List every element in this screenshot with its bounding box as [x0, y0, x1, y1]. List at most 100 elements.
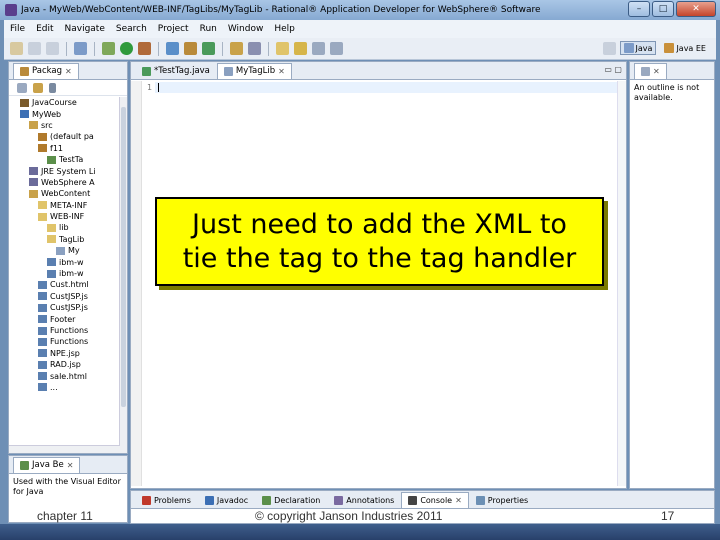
menu-search[interactable]: Search [116, 24, 147, 34]
tree-item[interactable]: ibm-w [9, 256, 121, 267]
tab-console[interactable]: Console ✕ [401, 492, 469, 508]
annotation-icon[interactable] [276, 42, 289, 55]
editor-minimize-maximize[interactable]: ▭ ▢ [604, 65, 622, 74]
save-icon[interactable] [28, 42, 41, 55]
main-toolbar: Java Java EE [4, 38, 716, 60]
print-icon[interactable] [46, 42, 59, 55]
close-icon[interactable]: ✕ [278, 64, 285, 79]
tree-item[interactable]: TagLib [9, 234, 121, 245]
menu-edit[interactable]: Edit [36, 24, 53, 34]
tree-item[interactable]: sale.html [9, 370, 121, 381]
tree-item[interactable]: MyWeb [9, 108, 121, 119]
tree-item[interactable]: Functions [9, 325, 121, 336]
tree-item-label: JavaCourse [32, 98, 77, 108]
menu-help[interactable]: Help [274, 24, 295, 34]
tree-item[interactable]: CustJSP.js [9, 302, 121, 313]
editor-vertical-scrollbar[interactable] [617, 81, 626, 486]
forward-icon[interactable] [330, 42, 343, 55]
tree-item-label: WebContent [41, 189, 91, 199]
tree-item-icon [47, 223, 56, 232]
run-icon[interactable] [120, 42, 133, 55]
tree-item[interactable]: Functions [9, 336, 121, 347]
close-icon[interactable]: ✕ [653, 64, 660, 79]
run-server-icon[interactable] [74, 42, 87, 55]
tree-item[interactable]: f11 [9, 143, 121, 154]
tree-item-icon [38, 132, 47, 141]
new-java-project-icon[interactable] [166, 42, 179, 55]
tree-item-icon [20, 98, 29, 107]
java-perspective-icon [623, 43, 634, 53]
tree-item[interactable]: JRE System Li [9, 165, 121, 176]
tab-outline[interactable]: ✕ [634, 63, 667, 79]
tab-package-explorer[interactable]: Packag ✕ [13, 63, 79, 79]
tree-vertical-scrollbar[interactable] [119, 97, 127, 453]
back-icon[interactable] [312, 42, 325, 55]
toolbar-separator [222, 41, 223, 56]
tree-item-label: JRE System Li [41, 166, 96, 176]
perspective-java[interactable]: Java [619, 41, 657, 55]
tab-annotations[interactable]: Annotations [327, 492, 401, 508]
text-caret [158, 83, 159, 92]
tree-item[interactable]: ibm-w [9, 268, 121, 279]
menu-run[interactable]: Run [200, 24, 217, 34]
open-type-icon[interactable] [230, 42, 243, 55]
tree-item[interactable]: JavaCourse [9, 97, 121, 108]
collapse-all-icon[interactable] [17, 82, 27, 93]
new-class-icon[interactable] [202, 42, 215, 55]
tree-item[interactable]: My [9, 245, 121, 256]
tree-item-icon [38, 315, 47, 324]
next-annotation-icon[interactable] [294, 42, 307, 55]
tree-item[interactable]: Cust.html [9, 279, 121, 290]
search-icon[interactable] [248, 42, 261, 55]
menu-file[interactable]: File [10, 24, 25, 34]
tree-item[interactable]: NPE.jsp [9, 348, 121, 359]
link-editor-icon[interactable] [33, 82, 43, 93]
tree-item[interactable]: (default pa [9, 131, 121, 142]
tree-item[interactable]: src [9, 120, 121, 131]
menu-navigate[interactable]: Navigate [65, 24, 105, 34]
debug-icon[interactable] [102, 42, 115, 55]
tree-item[interactable]: META-INF [9, 200, 121, 211]
title-bar: Java - MyWeb/WebContent/WEB-INF/TagLibs/… [0, 0, 720, 20]
toolbar-separator [268, 41, 269, 56]
slide-callout: Just need to add the XML to tie the tag … [155, 197, 604, 286]
close-icon[interactable]: ✕ [65, 64, 72, 79]
tree-item[interactable]: TestTa [9, 154, 121, 165]
tree-item[interactable]: ... [9, 382, 121, 393]
tree-item[interactable]: lib [9, 222, 121, 233]
tree-item[interactable]: WEB-INF [9, 211, 121, 222]
new-package-icon[interactable] [184, 42, 197, 55]
tree-item[interactable]: RAD.jsp [9, 359, 121, 370]
tab-declaration[interactable]: Declaration [255, 492, 327, 508]
tab-properties[interactable]: Properties [469, 492, 535, 508]
tab-problems[interactable]: Problems [135, 492, 198, 508]
tree-item[interactable]: Footer [9, 313, 121, 324]
external-tools-icon[interactable] [138, 42, 151, 55]
menu-project[interactable]: Project [158, 24, 189, 34]
new-icon[interactable] [10, 42, 23, 55]
tab-java-beans[interactable]: Java Be ✕ [13, 457, 81, 473]
os-taskbar [0, 524, 720, 540]
tree-item-icon [38, 303, 47, 312]
scroll-thumb[interactable] [121, 107, 126, 407]
tree-item[interactable]: CustJSP.js [9, 291, 121, 302]
menu-window[interactable]: Window [228, 24, 264, 34]
minimize-button[interactable]: – [628, 1, 650, 17]
close-icon[interactable]: ✕ [67, 458, 74, 473]
package-icon [20, 67, 29, 76]
view-menu-icon[interactable] [49, 82, 56, 93]
tree-item[interactable]: WebContent [9, 188, 121, 199]
perspective-java-ee[interactable]: Java EE [660, 41, 710, 55]
open-perspective-icon[interactable] [602, 41, 616, 55]
tree-item-icon [29, 121, 38, 130]
maximize-button[interactable]: □ [652, 1, 674, 17]
close-button[interactable]: ✕ [676, 1, 716, 17]
tree-item-label: Functions [50, 326, 89, 335]
tree-item[interactable]: WebSphere A [9, 177, 121, 188]
tree-horizontal-scrollbar[interactable] [9, 445, 120, 453]
close-icon[interactable]: ✕ [455, 493, 462, 508]
tab-mytaglib[interactable]: MyTagLib ✕ [216, 63, 292, 79]
tab-testtag-java[interactable]: *TestTag.java [135, 63, 217, 79]
tree-item-label: src [41, 120, 53, 130]
tab-javadoc[interactable]: Javadoc [198, 492, 255, 508]
